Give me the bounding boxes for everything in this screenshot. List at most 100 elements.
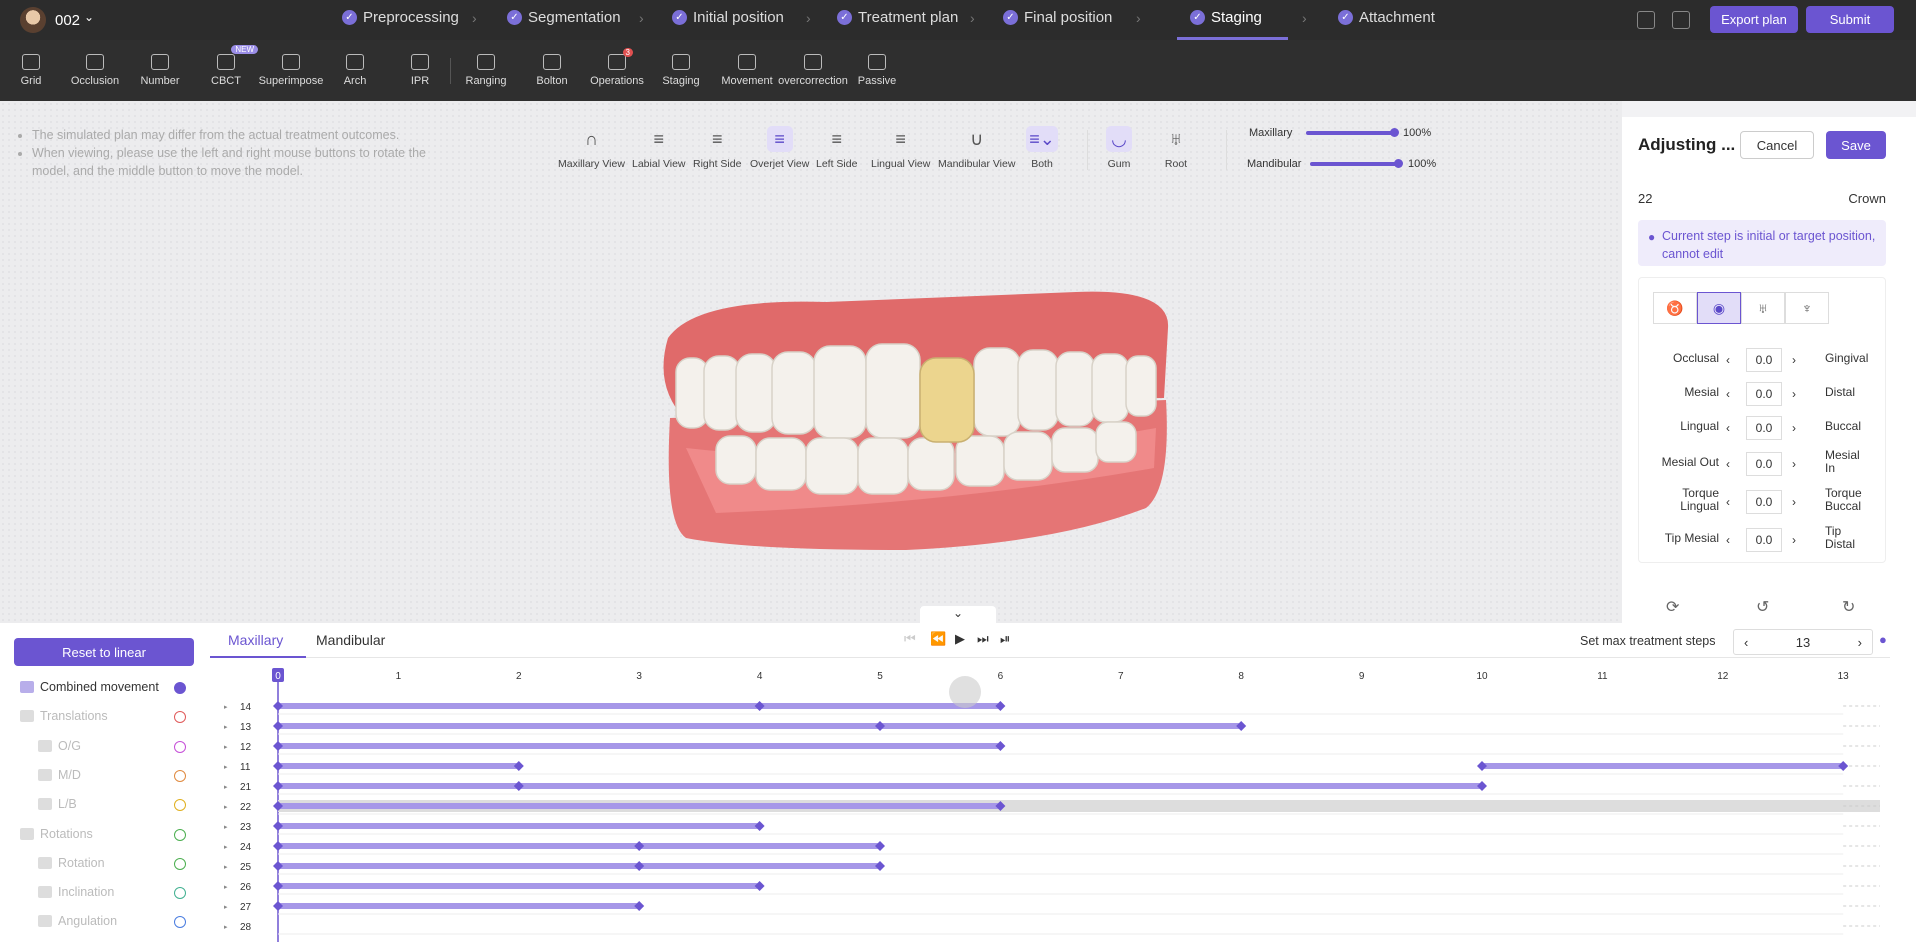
dental-model[interactable]	[656, 288, 1176, 558]
decrease-icon[interactable]: ‹	[1744, 635, 1748, 650]
increase-icon[interactable]: ›	[1792, 457, 1796, 471]
decrease-icon[interactable]: ‹	[1726, 421, 1730, 435]
view-mandibular[interactable]: ∪ Mandibular View	[938, 126, 1015, 171]
rotate-mode-tab[interactable]: ◉	[1697, 292, 1741, 324]
reset-icon[interactable]: ⟳	[1666, 597, 1679, 617]
increase-icon[interactable]: ›	[1858, 635, 1862, 650]
view-both[interactable]: ≡⌄ Both	[1026, 126, 1058, 170]
movement-item[interactable]: Combined movement	[20, 680, 159, 694]
avatar[interactable]	[20, 7, 46, 33]
tool-overcorrection[interactable]: overcorrection	[778, 40, 848, 101]
view-right-side[interactable]: ≡ Right Side	[693, 126, 741, 171]
step-staging[interactable]: ✓ Staging	[1190, 9, 1262, 26]
tool-number[interactable]: Number	[140, 40, 180, 101]
max-steps-value[interactable]: 13	[1796, 635, 1810, 650]
step-back-icon[interactable]: ⏪	[930, 631, 946, 647]
view-maxillary[interactable]: ∩ Maxillary View	[558, 126, 625, 171]
value-input[interactable]: 0.0	[1746, 528, 1782, 552]
tool-grid[interactable]: Grid	[17, 40, 45, 101]
value-input[interactable]: 0.0	[1746, 490, 1782, 514]
step-segmentation[interactable]: ✓ Segmentation	[507, 9, 621, 26]
step-final-position[interactable]: ✓ Final position	[1003, 9, 1112, 26]
movement-item[interactable]: Rotation	[38, 856, 105, 870]
step-treatment-plan[interactable]: ✓ Treatment plan	[837, 9, 958, 26]
max-steps-stepper[interactable]: ‹ 13 ›	[1733, 629, 1873, 655]
increase-icon[interactable]: ›	[1792, 495, 1796, 509]
skip-to-start-icon[interactable]: ⏮	[904, 631, 916, 647]
staging-chart[interactable]: 0 1 2 3 4 5 6 7 8 9 10 11 12 1314▸13▸12▸11▸21▸22▸23▸2…	[210, 664, 1890, 942]
tab-mandibular[interactable]: Mandibular	[316, 632, 385, 648]
submit-button[interactable]: Submit	[1806, 6, 1894, 33]
maxillary-opacity-slider[interactable]	[1306, 131, 1396, 135]
tool-ipr[interactable]: IPR	[408, 40, 432, 101]
image-icon[interactable]	[1672, 11, 1690, 29]
undo-icon[interactable]: ↺	[1756, 597, 1769, 617]
increase-icon[interactable]: ›	[1792, 387, 1796, 401]
export-plan-button[interactable]: Export plan	[1710, 6, 1798, 33]
movement-color-dot[interactable]	[174, 740, 186, 753]
toggle-root[interactable]: ♅ Root	[1163, 126, 1189, 171]
movement-item[interactable]: Inclination	[38, 885, 114, 899]
tool-bolton[interactable]: Bolton	[535, 40, 569, 101]
case-id[interactable]: 002	[55, 12, 80, 29]
increase-icon[interactable]: ›	[1792, 533, 1796, 547]
tool-occlusion[interactable]: Occlusion	[71, 40, 119, 101]
increase-icon[interactable]: ›	[1792, 421, 1796, 435]
play-icon[interactable]: ▶	[955, 631, 965, 647]
decrease-icon[interactable]: ‹	[1726, 353, 1730, 367]
movement-item[interactable]: Rotations	[20, 827, 93, 841]
toggle-gum[interactable]: ◡ Gum	[1106, 126, 1132, 170]
view-overjet[interactable]: ≡ Overjet View	[750, 126, 809, 170]
value-input[interactable]: 0.0	[1746, 382, 1782, 406]
tool-ranging[interactable]: Ranging	[465, 40, 507, 101]
tool-superimpose[interactable]: Superimpose	[259, 40, 323, 101]
movement-color-dot[interactable]	[174, 887, 186, 900]
tool-arch[interactable]: Arch	[343, 40, 367, 101]
tool-movement[interactable]: Movement	[721, 40, 773, 101]
view-labial[interactable]: ≡ Labial View	[632, 126, 686, 171]
tool-staging[interactable]: Staging	[662, 40, 700, 101]
mandibular-opacity-slider[interactable]	[1310, 162, 1400, 166]
tab-maxillary[interactable]: Maxillary	[228, 632, 283, 648]
increase-icon[interactable]: ›	[1792, 353, 1796, 367]
crown-mode-tab[interactable]: ♉	[1653, 292, 1697, 324]
inbox-icon[interactable]	[1637, 11, 1655, 29]
mandibular-slider-knob[interactable]	[1394, 159, 1403, 168]
decrease-icon[interactable]: ‹	[1726, 495, 1730, 509]
movement-color-dot[interactable]	[174, 857, 186, 870]
movement-item[interactable]: M/D	[38, 768, 81, 782]
step-forward-icon[interactable]: ⏭	[977, 631, 989, 647]
collapse-chevron-icon[interactable]: ⌄	[920, 606, 996, 624]
decrease-icon[interactable]: ‹	[1726, 387, 1730, 401]
tool-operations[interactable]: 3 Operations	[590, 40, 644, 101]
decrease-icon[interactable]: ‹	[1726, 533, 1730, 547]
view-lingual[interactable]: ≡ Lingual View	[871, 126, 930, 171]
skip-to-end-icon[interactable]: ⏯	[1000, 631, 1010, 647]
step-initial-position[interactable]: ✓ Initial position	[672, 9, 784, 26]
decrease-icon[interactable]: ‹	[1726, 457, 1730, 471]
maxillary-slider-knob[interactable]	[1390, 128, 1399, 137]
movement-item[interactable]: O/G	[38, 739, 81, 753]
location-pin-icon[interactable]: ●	[1879, 632, 1887, 647]
save-button[interactable]: Save	[1826, 131, 1886, 159]
movement-item[interactable]: Angulation	[38, 914, 117, 928]
root-mode-tab[interactable]: ♅	[1741, 292, 1785, 324]
value-input[interactable]: 0.0	[1746, 452, 1782, 476]
step-preprocessing[interactable]: ✓ Preprocessing	[342, 9, 459, 26]
movement-color-dot[interactable]	[174, 828, 186, 841]
value-input[interactable]: 0.0	[1746, 416, 1782, 440]
tool-cbct[interactable]: NEW CBCT	[210, 40, 258, 101]
movement-color-dot[interactable]	[174, 682, 186, 694]
molar-mode-tab[interactable]: ♆	[1785, 292, 1829, 324]
view-left-side[interactable]: ≡ Left Side	[816, 126, 857, 171]
movement-item[interactable]: Translations	[20, 709, 108, 723]
selected-tooth[interactable]	[919, 357, 975, 443]
chevron-down-icon[interactable]: ⌄	[84, 10, 94, 24]
tool-passive[interactable]: Passive	[858, 40, 896, 101]
movement-color-dot[interactable]	[174, 769, 186, 782]
redo-icon[interactable]: ↻	[1842, 597, 1855, 617]
reset-to-linear-button[interactable]: Reset to linear	[14, 638, 194, 666]
value-input[interactable]: 0.0	[1746, 348, 1782, 372]
step-attachment[interactable]: ✓ Attachment	[1338, 9, 1435, 26]
movement-item[interactable]: L/B	[38, 797, 77, 811]
